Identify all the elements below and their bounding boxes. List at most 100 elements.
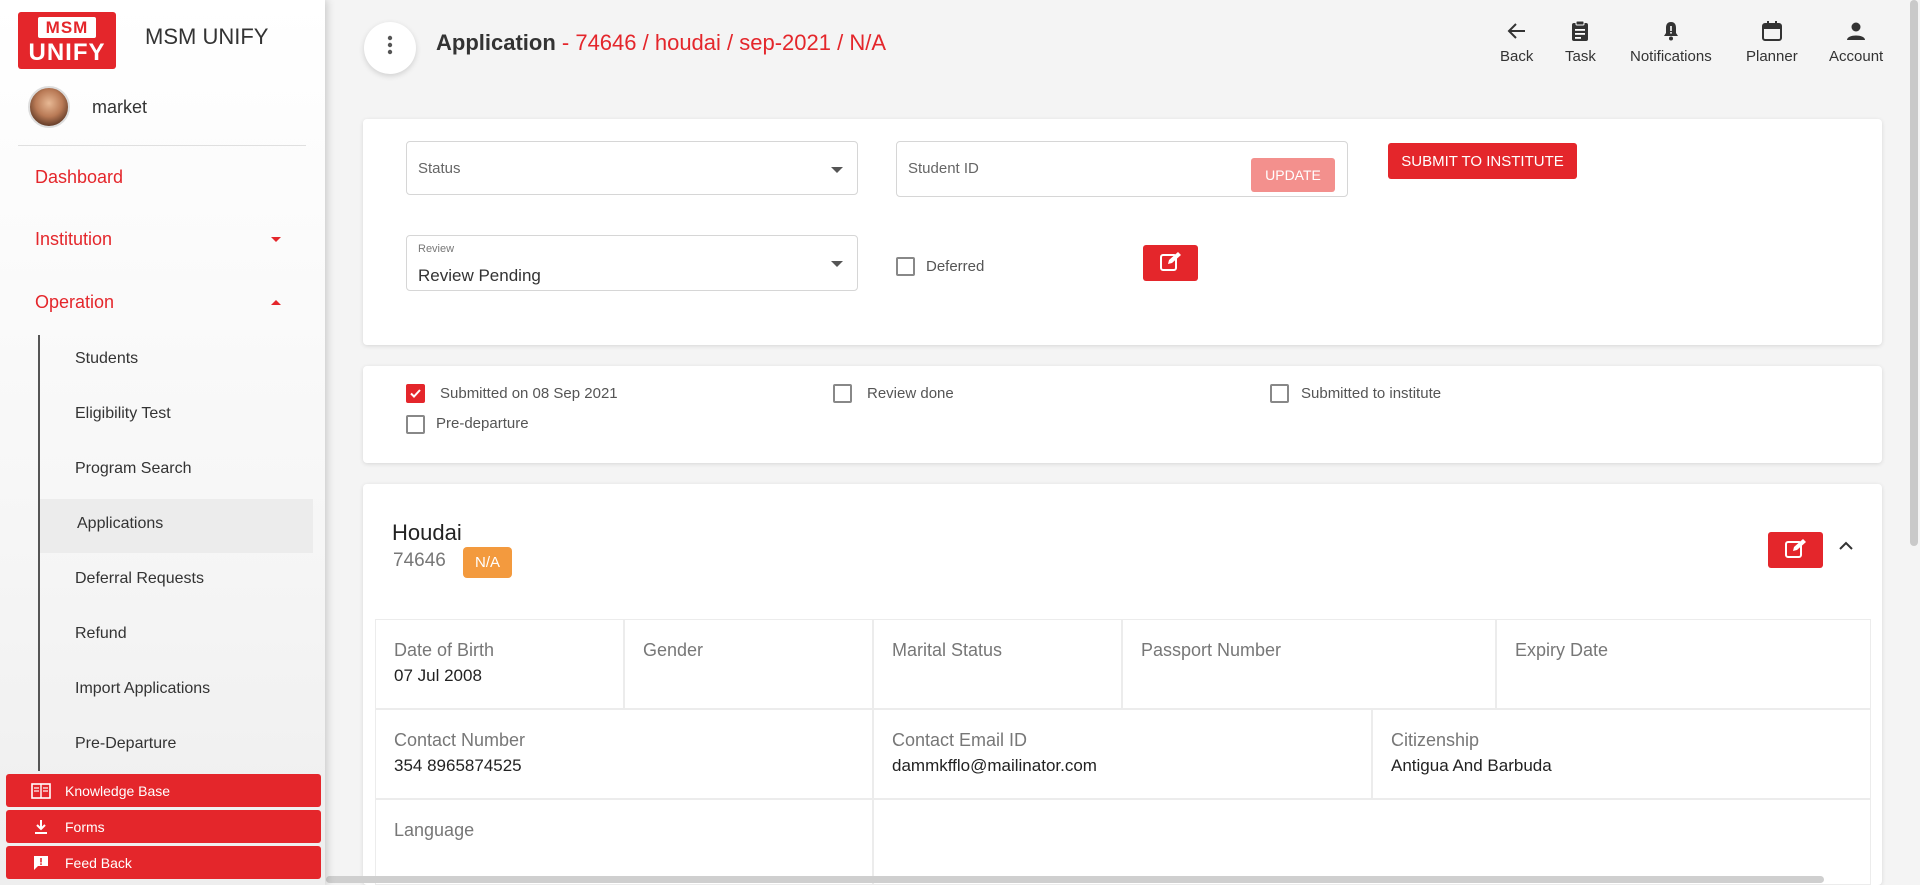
more-menu-button[interactable] xyxy=(364,22,416,74)
forms-button[interactable]: Forms xyxy=(6,810,321,843)
submitted-to-institute-label: Submitted to institute xyxy=(1301,385,1442,402)
user-name: market xyxy=(92,96,148,117)
progress-card: Submitted on 08 Sep 2021 Review done Sub… xyxy=(363,366,1882,463)
review-done-checkbox[interactable] xyxy=(833,384,852,403)
task-button[interactable]: Task xyxy=(1565,18,1596,65)
contact-email-label: Contact Email ID xyxy=(892,730,1028,750)
page-title-prefix: Application xyxy=(436,30,556,55)
edit-icon xyxy=(1159,251,1182,275)
edit-icon xyxy=(1784,538,1807,562)
submitted-checkbox[interactable] xyxy=(406,384,425,403)
status-select[interactable]: Status xyxy=(406,141,858,195)
page-title-detail: - 74646 / houdai / sep-2021 / N/A xyxy=(555,30,886,55)
student-id-input[interactable]: Student ID UPDATE xyxy=(896,141,1348,197)
sidebar-item-students[interactable]: Students xyxy=(75,350,138,368)
passport-number-cell: Passport Number xyxy=(1122,619,1496,709)
gender-label: Gender xyxy=(643,640,704,660)
avatar xyxy=(28,86,70,128)
dob-label: Date of Birth xyxy=(394,640,495,660)
contact-number-cell: Contact Number 354 8965874525 xyxy=(375,709,873,799)
submenu-guide-line xyxy=(38,335,40,771)
update-button[interactable]: UPDATE xyxy=(1251,158,1335,192)
language-label: Language xyxy=(394,820,475,840)
planner-button[interactable]: Planner xyxy=(1746,18,1798,65)
student-id-placeholder: Student ID xyxy=(908,160,979,177)
edit-review-button[interactable] xyxy=(1143,245,1198,281)
contact-email-value: dammkfflo@mailinator.com xyxy=(892,756,1097,775)
caret-up-icon xyxy=(271,300,281,305)
kebab-menu-icon xyxy=(387,35,393,61)
account-button[interactable]: Account xyxy=(1829,18,1883,65)
edit-student-button[interactable] xyxy=(1768,532,1823,568)
citizenship-value: Antigua And Barbuda xyxy=(1391,756,1552,775)
horizontal-scrollbar[interactable] xyxy=(326,876,1824,883)
account-label: Account xyxy=(1829,48,1884,65)
page-title: Application - 74646 / houdai / sep-2021 … xyxy=(436,30,886,56)
expiry-date-label: Expiry Date xyxy=(1515,640,1609,660)
sidebar-item-program-search[interactable]: Program Search xyxy=(75,460,192,478)
back-label: Back xyxy=(1500,48,1534,65)
sidebar-item-pre-departure[interactable]: Pre-Departure xyxy=(75,735,176,753)
review-label: Review xyxy=(418,243,455,255)
user-profile[interactable]: market xyxy=(28,86,147,128)
marital-status-label: Marital Status xyxy=(892,640,1003,660)
status-placeholder: Status xyxy=(418,160,461,177)
review-done-label: Review done xyxy=(867,385,954,402)
feedback-label: Feed Back xyxy=(65,854,132,871)
sidebar-item-label: Operation xyxy=(35,292,115,312)
submitted-to-institute-checkbox[interactable] xyxy=(1270,384,1289,403)
sidebar-item-operation[interactable]: Operation xyxy=(35,292,285,313)
expiry-date-cell: Expiry Date xyxy=(1496,619,1871,709)
sidebar-item-applications[interactable]: Applications xyxy=(77,515,163,533)
logo-bottom-text: UNIFY xyxy=(28,38,106,66)
dob-cell: Date of Birth 07 Jul 2008 xyxy=(375,619,624,709)
review-value: Review Pending xyxy=(418,266,541,285)
chevron-up-icon[interactable] xyxy=(1837,537,1855,555)
submitted-on-label: Submitted on 08 Sep 2021 xyxy=(440,385,618,402)
brand-logo[interactable]: MSM UNIFY xyxy=(18,12,116,69)
review-select[interactable]: Review Review Pending xyxy=(406,235,858,291)
sidebar-item-deferral-requests[interactable]: Deferral Requests xyxy=(75,570,204,588)
sidebar-item-label: Institution xyxy=(35,229,113,249)
sidebar-item-dashboard[interactable]: Dashboard xyxy=(35,167,123,188)
brand-title: MSM UNIFY xyxy=(145,24,269,49)
sidebar-item-eligibility-test[interactable]: Eligibility Test xyxy=(75,405,171,423)
notifications-label: Notifications xyxy=(1630,48,1712,65)
submit-to-institute-button[interactable]: SUBMIT TO INSTITUTE xyxy=(1388,143,1577,179)
sidebar-item-label: Dashboard xyxy=(35,167,124,187)
pre-departure-label: Pre-departure xyxy=(436,415,529,432)
clipboard-icon xyxy=(1567,18,1593,44)
pre-departure-checkbox[interactable] xyxy=(406,415,425,434)
student-name: Houdai xyxy=(392,520,462,545)
contact-number-label: Contact Number xyxy=(394,730,526,750)
contact-email-cell: Contact Email ID dammkfflo@mailinator.co… xyxy=(873,709,1372,799)
citizenship-cell: Citizenship Antigua And Barbuda xyxy=(1372,709,1871,799)
sidebar-item-refund[interactable]: Refund xyxy=(75,625,127,643)
arrow-left-icon xyxy=(1504,18,1530,44)
sidebar-divider xyxy=(18,145,306,146)
sidebar-item-import-applications[interactable]: Import Applications xyxy=(75,680,210,698)
deferred-checkbox[interactable] xyxy=(896,257,915,276)
notifications-button[interactable]: Notifications xyxy=(1630,18,1712,65)
language-cell: Language xyxy=(375,799,873,885)
checkmark-icon xyxy=(408,386,423,401)
planner-label: Planner xyxy=(1746,48,1798,65)
back-button[interactable]: Back xyxy=(1500,18,1533,65)
passport-number-label: Passport Number xyxy=(1141,640,1282,660)
forms-label: Forms xyxy=(65,818,105,835)
contact-number-value: 354 8965874525 xyxy=(394,756,522,775)
status-badge: N/A xyxy=(463,547,512,578)
sidebar: MSM UNIFY MSM UNIFY market Dashboard Ins… xyxy=(0,0,325,885)
knowledge-base-label: Knowledge Base xyxy=(65,782,171,799)
gender-cell: Gender xyxy=(624,619,873,709)
feedback-icon xyxy=(31,854,51,872)
vertical-scrollbar[interactable] xyxy=(1910,0,1918,546)
download-icon xyxy=(31,818,51,836)
citizenship-label: Citizenship xyxy=(1391,730,1480,750)
deferred-label: Deferred xyxy=(926,258,985,275)
knowledge-base-button[interactable]: Knowledge Base xyxy=(6,774,321,807)
feedback-button[interactable]: Feed Back xyxy=(6,846,321,879)
student-id: 74646 xyxy=(393,550,446,571)
sidebar-item-institution[interactable]: Institution xyxy=(35,229,285,250)
empty-cell xyxy=(873,799,1871,885)
